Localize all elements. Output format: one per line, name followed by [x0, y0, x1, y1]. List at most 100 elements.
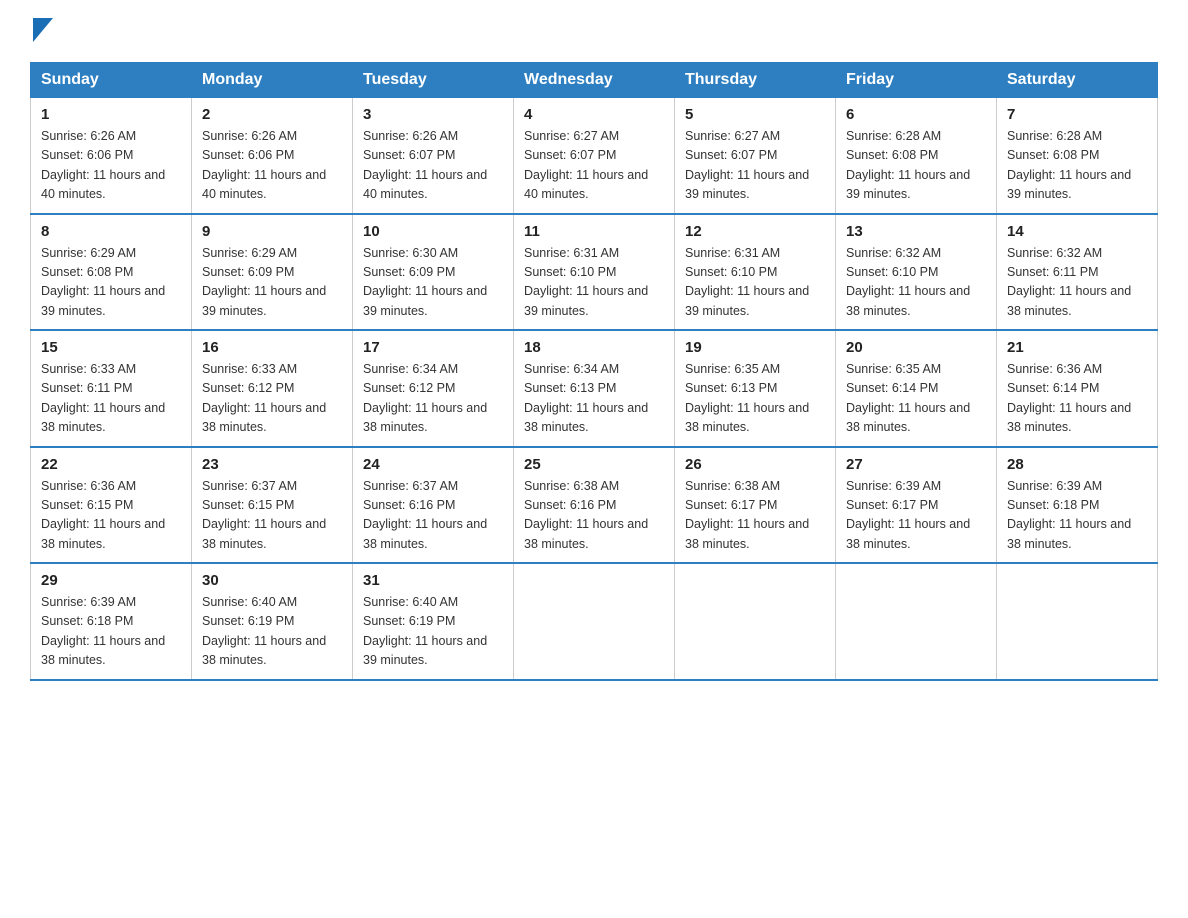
- day-number: 15: [41, 339, 181, 356]
- day-number: 11: [524, 223, 664, 240]
- table-row: 5 Sunrise: 6:27 AMSunset: 6:07 PMDaylight…: [675, 98, 836, 214]
- day-info: Sunrise: 6:36 AMSunset: 6:14 PMDaylight:…: [1007, 360, 1147, 438]
- day-info: Sunrise: 6:34 AMSunset: 6:13 PMDaylight:…: [524, 360, 664, 438]
- table-row: 29 Sunrise: 6:39 AMSunset: 6:18 PMDayligh…: [31, 563, 192, 680]
- day-number: 17: [363, 339, 503, 356]
- day-number: 9: [202, 223, 342, 240]
- logo-triangle-icon: [33, 18, 53, 42]
- col-monday: Monday: [192, 63, 353, 98]
- day-info: Sunrise: 6:38 AMSunset: 6:17 PMDaylight:…: [685, 477, 825, 555]
- day-info: Sunrise: 6:33 AMSunset: 6:11 PMDaylight:…: [41, 360, 181, 438]
- day-number: 27: [846, 456, 986, 473]
- day-number: 14: [1007, 223, 1147, 240]
- day-info: Sunrise: 6:34 AMSunset: 6:12 PMDaylight:…: [363, 360, 503, 438]
- table-row: 28Sunrise: 6:39 AMSunset: 6:18 PMDayligh…: [997, 447, 1158, 564]
- col-thursday: Thursday: [675, 63, 836, 98]
- day-number: 10: [363, 223, 503, 240]
- table-row: 4 Sunrise: 6:27 AMSunset: 6:07 PMDaylight…: [514, 98, 675, 214]
- day-number: 16: [202, 339, 342, 356]
- table-row: 2 Sunrise: 6:26 AMSunset: 6:06 PMDaylight…: [192, 98, 353, 214]
- calendar-week-row: 22 Sunrise: 6:36 AMSunset: 6:15 PMDayligh…: [31, 447, 1158, 564]
- day-number: 30: [202, 572, 342, 589]
- day-number: 25: [524, 456, 664, 473]
- day-info: Sunrise: 6:39 AMSunset: 6:18 PMDaylight:…: [1007, 477, 1147, 555]
- day-info: Sunrise: 6:27 AMSunset: 6:07 PMDaylight:…: [524, 127, 664, 205]
- col-friday: Friday: [836, 63, 997, 98]
- col-tuesday: Tuesday: [353, 63, 514, 98]
- table-row: [997, 563, 1158, 680]
- calendar-header-row: Sunday Monday Tuesday Wednesday Thursday…: [31, 63, 1158, 98]
- day-number: 2: [202, 106, 342, 123]
- day-number: 22: [41, 456, 181, 473]
- day-info: Sunrise: 6:40 AMSunset: 6:19 PMDaylight:…: [363, 593, 503, 671]
- day-info: Sunrise: 6:26 AMSunset: 6:06 PMDaylight:…: [41, 127, 181, 205]
- day-info: Sunrise: 6:38 AMSunset: 6:16 PMDaylight:…: [524, 477, 664, 555]
- table-row: 8 Sunrise: 6:29 AMSunset: 6:08 PMDaylight…: [31, 214, 192, 331]
- day-info: Sunrise: 6:32 AMSunset: 6:10 PMDaylight:…: [846, 244, 986, 322]
- table-row: 14Sunrise: 6:32 AMSunset: 6:11 PMDayligh…: [997, 214, 1158, 331]
- table-row: 21Sunrise: 6:36 AMSunset: 6:14 PMDayligh…: [997, 330, 1158, 447]
- day-number: 8: [41, 223, 181, 240]
- table-row: 19 Sunrise: 6:35 AMSunset: 6:13 PMDayligh…: [675, 330, 836, 447]
- day-number: 20: [846, 339, 986, 356]
- day-number: 29: [41, 572, 181, 589]
- day-info: Sunrise: 6:40 AMSunset: 6:19 PMDaylight:…: [202, 593, 342, 671]
- table-row: 10 Sunrise: 6:30 AMSunset: 6:09 PMDayligh…: [353, 214, 514, 331]
- day-info: Sunrise: 6:31 AMSunset: 6:10 PMDaylight:…: [524, 244, 664, 322]
- day-number: 24: [363, 456, 503, 473]
- table-row: 24Sunrise: 6:37 AMSunset: 6:16 PMDayligh…: [353, 447, 514, 564]
- table-row: 27Sunrise: 6:39 AMSunset: 6:17 PMDayligh…: [836, 447, 997, 564]
- day-info: Sunrise: 6:36 AMSunset: 6:15 PMDaylight:…: [41, 477, 181, 555]
- day-number: 19: [685, 339, 825, 356]
- table-row: 18 Sunrise: 6:34 AMSunset: 6:13 PMDayligh…: [514, 330, 675, 447]
- day-number: 3: [363, 106, 503, 123]
- day-info: Sunrise: 6:29 AMSunset: 6:09 PMDaylight:…: [202, 244, 342, 322]
- table-row: 13 Sunrise: 6:32 AMSunset: 6:10 PMDayligh…: [836, 214, 997, 331]
- table-row: 6 Sunrise: 6:28 AMSunset: 6:08 PMDaylight…: [836, 98, 997, 214]
- day-number: 13: [846, 223, 986, 240]
- table-row: 11 Sunrise: 6:31 AMSunset: 6:10 PMDayligh…: [514, 214, 675, 331]
- day-number: 12: [685, 223, 825, 240]
- day-number: 6: [846, 106, 986, 123]
- calendar-table: Sunday Monday Tuesday Wednesday Thursday…: [30, 62, 1158, 681]
- day-info: Sunrise: 6:37 AMSunset: 6:15 PMDaylight:…: [202, 477, 342, 555]
- day-info: Sunrise: 6:28 AMSunset: 6:08 PMDaylight:…: [1007, 127, 1147, 205]
- page-header: [30, 20, 1158, 42]
- day-number: 4: [524, 106, 664, 123]
- day-number: 7: [1007, 106, 1147, 123]
- day-info: Sunrise: 6:29 AMSunset: 6:08 PMDaylight:…: [41, 244, 181, 322]
- table-row: 23Sunrise: 6:37 AMSunset: 6:15 PMDayligh…: [192, 447, 353, 564]
- day-number: 5: [685, 106, 825, 123]
- day-info: Sunrise: 6:26 AMSunset: 6:06 PMDaylight:…: [202, 127, 342, 205]
- table-row: 15 Sunrise: 6:33 AMSunset: 6:11 PMDayligh…: [31, 330, 192, 447]
- calendar-week-row: 8 Sunrise: 6:29 AMSunset: 6:08 PMDaylight…: [31, 214, 1158, 331]
- calendar-week-row: 15 Sunrise: 6:33 AMSunset: 6:11 PMDayligh…: [31, 330, 1158, 447]
- day-number: 31: [363, 572, 503, 589]
- table-row: [514, 563, 675, 680]
- day-info: Sunrise: 6:27 AMSunset: 6:07 PMDaylight:…: [685, 127, 825, 205]
- table-row: 1 Sunrise: 6:26 AMSunset: 6:06 PMDaylight…: [31, 98, 192, 214]
- table-row: 7 Sunrise: 6:28 AMSunset: 6:08 PMDaylight…: [997, 98, 1158, 214]
- day-number: 1: [41, 106, 181, 123]
- logo: [30, 20, 53, 42]
- table-row: 30 Sunrise: 6:40 AMSunset: 6:19 PMDayligh…: [192, 563, 353, 680]
- day-number: 18: [524, 339, 664, 356]
- day-number: 26: [685, 456, 825, 473]
- table-row: 20Sunrise: 6:35 AMSunset: 6:14 PMDayligh…: [836, 330, 997, 447]
- table-row: 26 Sunrise: 6:38 AMSunset: 6:17 PMDayligh…: [675, 447, 836, 564]
- table-row: 12 Sunrise: 6:31 AMSunset: 6:10 PMDayligh…: [675, 214, 836, 331]
- calendar-week-row: 29 Sunrise: 6:39 AMSunset: 6:18 PMDayligh…: [31, 563, 1158, 680]
- table-row: 22 Sunrise: 6:36 AMSunset: 6:15 PMDayligh…: [31, 447, 192, 564]
- day-info: Sunrise: 6:26 AMSunset: 6:07 PMDaylight:…: [363, 127, 503, 205]
- table-row: 25 Sunrise: 6:38 AMSunset: 6:16 PMDayligh…: [514, 447, 675, 564]
- day-info: Sunrise: 6:33 AMSunset: 6:12 PMDaylight:…: [202, 360, 342, 438]
- day-info: Sunrise: 6:30 AMSunset: 6:09 PMDaylight:…: [363, 244, 503, 322]
- col-saturday: Saturday: [997, 63, 1158, 98]
- day-info: Sunrise: 6:28 AMSunset: 6:08 PMDaylight:…: [846, 127, 986, 205]
- day-info: Sunrise: 6:35 AMSunset: 6:13 PMDaylight:…: [685, 360, 825, 438]
- table-row: [675, 563, 836, 680]
- day-info: Sunrise: 6:39 AMSunset: 6:18 PMDaylight:…: [41, 593, 181, 671]
- table-row: 16 Sunrise: 6:33 AMSunset: 6:12 PMDayligh…: [192, 330, 353, 447]
- table-row: 9 Sunrise: 6:29 AMSunset: 6:09 PMDaylight…: [192, 214, 353, 331]
- day-info: Sunrise: 6:31 AMSunset: 6:10 PMDaylight:…: [685, 244, 825, 322]
